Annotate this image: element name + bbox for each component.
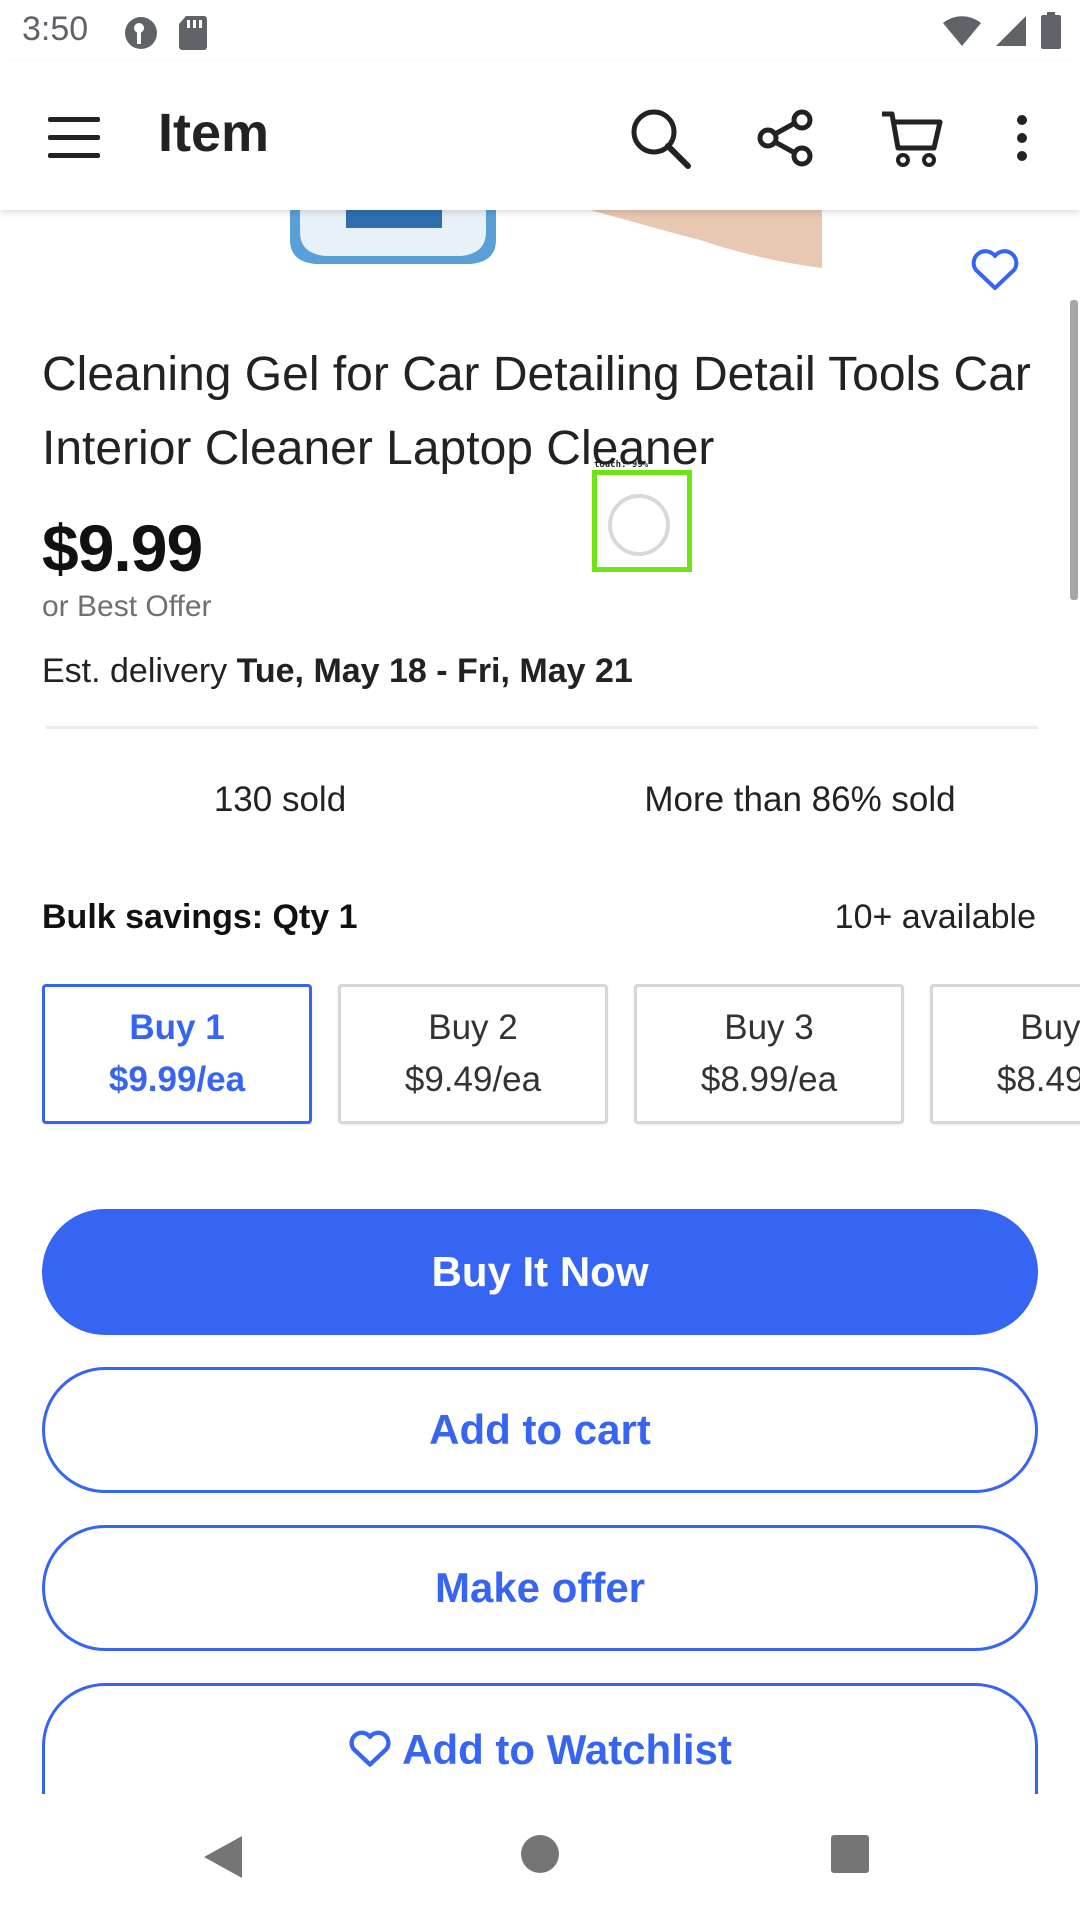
bulk-option-qty: Buy 3 (724, 1008, 814, 1047)
add-to-cart-button[interactable]: Add to cart (42, 1367, 1038, 1493)
cellular-signal-icon (994, 14, 1028, 53)
make-offer-label: Make offer (434, 1564, 646, 1611)
sold-percent: More than 86% sold (644, 780, 956, 819)
status-bar: 3:50 (0, 0, 1080, 62)
bulk-option-2[interactable]: Buy 2 $9.49/ea (338, 984, 608, 1124)
more-vert-icon[interactable] (986, 102, 1058, 174)
bulk-options: Buy 1 $9.99/ea Buy 2 $9.49/ea Buy 3 $8.9… (42, 984, 1080, 1128)
bulk-option-qty: Buy 4 (1020, 1008, 1080, 1047)
bulk-option-price: $8.49/ea (996, 1060, 1080, 1099)
delivery-dates: Tue, May 18 - Fri, May 21 (236, 652, 633, 690)
back-icon[interactable] (202, 1834, 246, 1885)
add-to-cart-label: Add to cart (429, 1406, 651, 1453)
wifi-icon (942, 14, 982, 53)
make-offer-button[interactable]: Make offer (42, 1525, 1038, 1651)
status-time: 3:50 (22, 10, 89, 48)
home-icon[interactable] (520, 1834, 560, 1879)
system-nav-bar (0, 1794, 1080, 1920)
bulk-option-qty: Buy 1 (129, 1008, 225, 1047)
delivery-estimate: Est. delivery Tue, May 18 - Fri, May 21 (42, 652, 633, 691)
best-offer-label: or Best Offer (42, 590, 212, 623)
recents-icon[interactable] (830, 1834, 870, 1879)
product-price: $9.99 (42, 511, 203, 585)
touch-overlay-label: touch: 99% (594, 460, 649, 470)
touch-point-indicator (608, 494, 670, 556)
bulk-option-price: $9.99/ea (108, 1060, 246, 1099)
delivery-prefix: Est. delivery (42, 652, 237, 690)
bulk-option-3[interactable]: Buy 3 $8.99/ea (634, 984, 904, 1124)
bulk-option-qty: Buy 2 (428, 1008, 518, 1047)
buy-it-now-label: Buy It Now (431, 1248, 649, 1295)
scrollbar[interactable] (1070, 300, 1078, 600)
buy-it-now-button[interactable]: Buy It Now (42, 1209, 1038, 1335)
search-icon[interactable] (624, 102, 696, 174)
available-count: 10+ available (834, 898, 1036, 936)
add-to-watchlist-button[interactable]: Add to Watchlist (42, 1683, 1038, 1794)
bulk-option-price: $9.49/ea (404, 1060, 542, 1099)
app-bar: Item (0, 62, 1080, 210)
bulk-option-1[interactable]: Buy 1 $9.99/ea (42, 984, 312, 1124)
sold-count: 130 sold (213, 780, 347, 819)
sd-card-icon (178, 14, 208, 57)
favorite-heart-icon[interactable] (970, 248, 1020, 297)
cart-icon[interactable] (876, 102, 948, 174)
bulk-option-4[interactable]: Buy 4 $8.49/ea (930, 984, 1080, 1124)
share-icon[interactable] (750, 102, 822, 174)
product-image[interactable] (0, 210, 1080, 270)
add-to-watchlist-label: Add to Watchlist (402, 1726, 732, 1773)
product-title: Cleaning Gel for Car Detailing Detail To… (42, 348, 1031, 475)
battery-icon (1040, 12, 1062, 55)
bulk-savings-label: Bulk savings: Qty 1 (42, 898, 358, 936)
watchlist-heart-icon (348, 1730, 392, 1778)
page-title: Item (158, 103, 270, 163)
bulk-option-price: $8.99/ea (700, 1060, 838, 1099)
vpn-key-icon (122, 14, 160, 57)
menu-icon[interactable] (38, 102, 110, 174)
divider (46, 726, 1038, 729)
